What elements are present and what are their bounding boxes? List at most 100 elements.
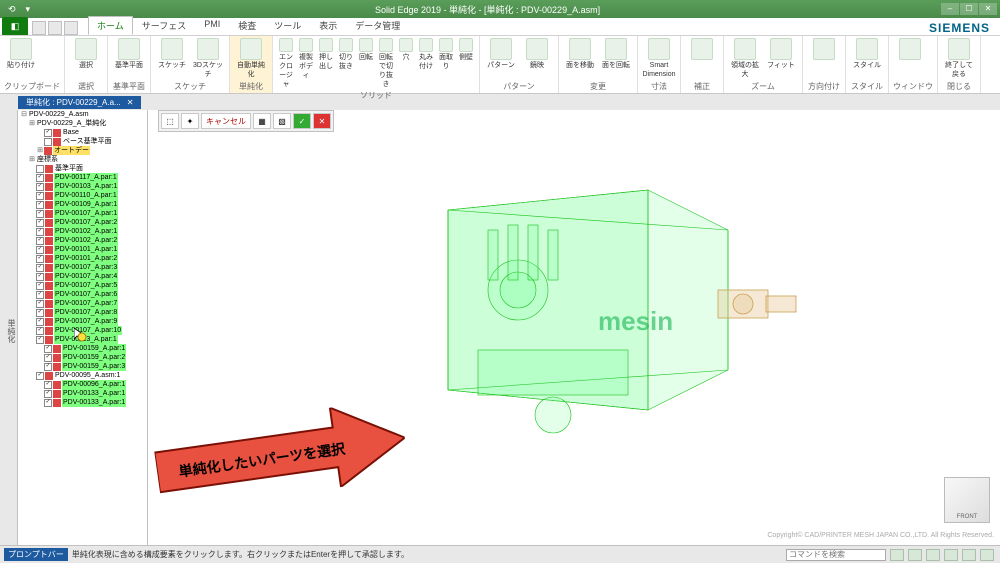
tree-checkbox[interactable]: ✓ <box>36 300 44 308</box>
tree-expand-icon[interactable]: ⊞ <box>28 119 36 128</box>
ribbon-tab-表示[interactable]: 表示 <box>310 16 346 35</box>
tree-node[interactable]: ✓Base <box>18 128 147 137</box>
tree-node[interactable]: ✓PDV-00102_A.par:2 <box>18 236 147 245</box>
document-tab-close-icon[interactable]: ✕ <box>127 98 134 107</box>
tree-node[interactable]: ✓PDV-00133_A.par:1 <box>18 398 147 407</box>
app-button[interactable]: ◧ <box>2 17 28 35</box>
tree-checkbox[interactable]: ✓ <box>36 372 44 380</box>
left-sidebar[interactable]: 単純化 <box>0 110 18 545</box>
tree-node[interactable]: ✓PDV-00159_A.par:3 <box>18 362 147 371</box>
ribbon-button-回転で切り抜き[interactable]: 回転で切り抜き <box>377 38 395 89</box>
qat-redo-icon[interactable] <box>64 21 78 35</box>
ribbon-tab-ツール[interactable]: ツール <box>265 16 310 35</box>
tree-checkbox[interactable]: ✓ <box>36 336 44 344</box>
tree-checkbox[interactable]: ✓ <box>44 354 52 362</box>
tree-node[interactable]: ✓PDV-00159_A.par:1 <box>18 344 147 353</box>
tree-node[interactable]: ✓PDV-00107_A.par:9 <box>18 317 147 326</box>
ribbon-button-穴[interactable]: 穴 <box>397 38 415 62</box>
ribbon-button-スタイル[interactable]: スタイル <box>850 38 884 70</box>
tree-checkbox[interactable] <box>36 165 44 173</box>
tree-checkbox[interactable]: ✓ <box>44 399 52 407</box>
ribbon-tab-ホーム[interactable]: ホーム <box>88 16 133 35</box>
ribbon-button-終了して戻る[interactable]: 終了して戻る <box>942 38 976 79</box>
tree-checkbox[interactable]: ✓ <box>44 129 52 137</box>
ribbon-tab-PMI[interactable]: PMI <box>195 16 229 35</box>
ribbon-button-自動単純化[interactable]: 自動単純化 <box>234 38 268 79</box>
ribbon-button-領域の拡大[interactable]: 領域の拡大 <box>728 38 762 79</box>
ribbon-button-回転[interactable]: 回転 <box>357 38 375 62</box>
ribbon-button-スケッチ[interactable]: スケッチ <box>155 38 189 70</box>
accept-button[interactable]: ✓ <box>293 113 311 129</box>
viewport-3d[interactable]: ⬚ ✦ キャンセル ▦ ▧ ✓ ✕ <box>148 110 1000 545</box>
tree-checkbox[interactable]: ✓ <box>36 264 44 272</box>
menu-icon[interactable]: ⟲ <box>4 3 20 16</box>
tree-root-label[interactable]: PDV-00229_A.asm <box>28 110 90 119</box>
status-icon-2[interactable] <box>908 549 922 561</box>
tree-checkbox[interactable]: ✓ <box>36 228 44 236</box>
tool-icon-3[interactable]: ▦ <box>253 113 271 129</box>
ribbon-button-icon[interactable] <box>685 38 719 60</box>
tree-node[interactable]: ✓PDV-00107_A.par:8 <box>18 308 147 317</box>
ribbon-button-複製ボディ[interactable]: 複製ボディ <box>297 38 315 80</box>
tree-checkbox[interactable]: ✓ <box>36 237 44 245</box>
ribbon-button-icon[interactable] <box>807 38 841 60</box>
tree-checkbox[interactable]: ✓ <box>36 255 44 263</box>
ribbon-button-Smart Dimension[interactable]: Smart Dimension <box>642 38 676 79</box>
tree-checkbox[interactable]: ✓ <box>44 390 52 398</box>
tree-node[interactable]: 基準平面 <box>18 164 147 173</box>
ribbon-button-エンクロージャ[interactable]: エンクロージャ <box>277 38 295 89</box>
tree-checkbox[interactable]: ✓ <box>36 201 44 209</box>
ribbon-button-パターン[interactable]: パターン <box>484 38 518 70</box>
tool-icon-1[interactable]: ⬚ <box>161 113 179 129</box>
status-icon-3[interactable] <box>926 549 940 561</box>
ribbon-button-丸み付け[interactable]: 丸み付け <box>417 38 435 71</box>
ribbon-button-鏡映[interactable]: 鏡映 <box>520 38 554 70</box>
tree-checkbox[interactable]: ✓ <box>36 192 44 200</box>
tree-checkbox[interactable] <box>44 138 52 146</box>
tree-node[interactable]: ✓PDV-00109_A.par:1 <box>18 200 147 209</box>
ribbon-button-icon[interactable] <box>893 38 927 60</box>
status-icon-1[interactable] <box>890 549 904 561</box>
tree-checkbox[interactable]: ✓ <box>36 219 44 227</box>
ribbon-button-3Dスケッチ[interactable]: 3Dスケッチ <box>191 38 225 79</box>
menu-dropdown[interactable]: ▾ <box>22 3 35 16</box>
tool-icon-2[interactable]: ✦ <box>181 113 199 129</box>
tree-checkbox[interactable]: ✓ <box>36 174 44 182</box>
tree-checkbox[interactable]: ✓ <box>36 291 44 299</box>
tree-node[interactable]: ✓PDV-00133_A.par:1 <box>18 389 147 398</box>
reject-button[interactable]: ✕ <box>313 113 331 129</box>
tree-root[interactable]: ⊟PDV-00229_A.asm <box>18 110 147 119</box>
tree-node[interactable]: ✓PDV-00103_A.par:1 <box>18 182 147 191</box>
view-cube[interactable]: FRONT <box>944 477 990 523</box>
document-tab[interactable]: 単純化 : PDV-00229_A.a... ✕ <box>18 96 141 109</box>
tree-node[interactable]: ⊞座標系 <box>18 155 147 164</box>
tree-checkbox[interactable]: ✓ <box>36 273 44 281</box>
tree-node[interactable]: ✓PDV-00107_A.par:4 <box>18 272 147 281</box>
tree-node[interactable]: ✓PDV-00159_A.par:2 <box>18 353 147 362</box>
tree-node[interactable]: ✓PDV-00107_A.par:6 <box>18 290 147 299</box>
command-search-input[interactable] <box>786 549 886 561</box>
tree-node[interactable]: ✓PDV-00107_A.par:7 <box>18 299 147 308</box>
tree-checkbox[interactable]: ✓ <box>36 318 44 326</box>
ribbon-button-フィット[interactable]: フィット <box>764 38 798 70</box>
maximize-button[interactable]: ☐ <box>960 3 978 15</box>
ribbon-button-側壁[interactable]: 側壁 <box>457 38 475 62</box>
ribbon-button-基準平面[interactable]: 基準平面 <box>112 38 146 70</box>
ribbon-button-面取り[interactable]: 面取り <box>437 38 455 71</box>
tree-checkbox[interactable]: ✓ <box>36 282 44 290</box>
tree-checkbox[interactable]: ✓ <box>36 309 44 317</box>
tree-node[interactable]: ✓PDV-00102_A.par:1 <box>18 227 147 236</box>
ribbon-tab-データ管理[interactable]: データ管理 <box>346 16 409 35</box>
tree-checkbox[interactable]: ✓ <box>44 345 52 353</box>
status-icon-4[interactable] <box>944 549 958 561</box>
tree-checkbox[interactable]: ✓ <box>44 363 52 371</box>
tree-node[interactable]: ✓PDV-00110_A.par:1 <box>18 191 147 200</box>
tree-node[interactable]: ⊞PDV-00229_A_単純化 <box>18 119 147 128</box>
minimize-button[interactable]: – <box>941 3 959 15</box>
tree-node[interactable]: ✓PDV-00095_A.asm:1 <box>18 371 147 380</box>
tree-node[interactable]: ✓PDV-00107_A.par:2 <box>18 218 147 227</box>
status-icon-6[interactable] <box>980 549 994 561</box>
ribbon-button-押し出し[interactable]: 押し出し <box>317 38 335 71</box>
tree-node[interactable]: ベース基準平面 <box>18 137 147 146</box>
qat-save-icon[interactable] <box>32 21 46 35</box>
